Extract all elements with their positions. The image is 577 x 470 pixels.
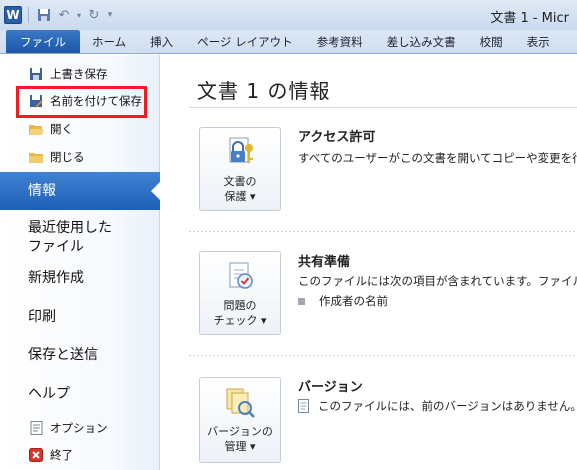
permissions-description: すべてのユーザーがこの文書を開いてコピーや変更を行 <box>298 151 577 165</box>
open-folder-icon <box>28 121 44 137</box>
command-options[interactable]: オプション <box>28 417 108 439</box>
command-exit[interactable]: 終了 <box>28 444 73 466</box>
checklist-icon <box>229 262 253 289</box>
command-label: 開く <box>50 122 73 136</box>
undo-icon[interactable]: ↶ <box>55 6 73 24</box>
highlight-box <box>16 86 147 118</box>
window-title: 文書 1 - Micr <box>490 11 569 26</box>
prepare-sharing-description: このファイルには次の項目が含まれています。ファイルの共 <box>298 274 577 288</box>
redo-icon[interactable]: ↻ <box>85 6 103 24</box>
button-label: バージョンの 管理 ▾ <box>207 425 273 453</box>
nav-info[interactable]: 情報 <box>28 182 56 201</box>
permissions-heading: アクセス許可 <box>298 130 376 145</box>
button-label: 問題の チェック ▾ <box>213 299 267 327</box>
nav-recent[interactable]: 最近使用した ファイル <box>28 219 112 257</box>
title-bar: W ↶ ▾ ↻ ▾ 文書 1 - Micr <box>0 0 577 30</box>
bullet-square-icon <box>298 297 305 305</box>
check-for-issues-button[interactable]: 問題の チェック ▾ <box>199 251 281 335</box>
tab-home[interactable]: ホーム <box>80 31 138 53</box>
nav-print[interactable]: 印刷 <box>28 308 56 327</box>
nav-new[interactable]: 新規作成 <box>28 269 84 288</box>
page-title: 文書 1 の情報 <box>197 79 331 103</box>
word-app-icon[interactable]: W <box>4 6 22 24</box>
command-label: 上書き保存 <box>50 67 108 81</box>
command-label: 終了 <box>50 448 73 462</box>
command-open[interactable]: 開く <box>28 118 73 140</box>
document-icon <box>298 399 309 413</box>
lock-key-icon <box>229 137 253 163</box>
tab-insert[interactable]: 挿入 <box>138 31 185 53</box>
close-folder-icon <box>28 149 44 165</box>
exit-icon <box>28 447 44 463</box>
save-icon <box>28 66 44 82</box>
tab-mailings[interactable]: 差し込み文書 <box>375 31 468 53</box>
section-divider <box>189 231 577 232</box>
tab-references[interactable]: 参考資料 <box>305 31 375 53</box>
button-label: 文書の 保護 ▾ <box>223 175 257 203</box>
title-divider <box>189 107 577 108</box>
info-panel: 文書 1 の情報 文書の 保護 ▾ アクセス許可 すべてのユーザーがこの文書を開… <box>161 55 577 470</box>
tab-page-layout[interactable]: ページ レイアウト <box>185 31 304 53</box>
versions-status: このファイルには、前のバージョンはありません。 <box>298 398 577 414</box>
section-divider <box>189 355 577 356</box>
command-label: オプション <box>50 421 108 435</box>
command-save[interactable]: 上書き保存 <box>28 63 108 85</box>
options-icon <box>28 420 44 436</box>
tab-review[interactable]: 校閲 <box>468 31 515 53</box>
command-label: 閉じる <box>50 150 85 164</box>
ribbon-tab-row: ファイル ホーム 挿入 ページ レイアウト 参考資料 差し込み文書 校閲 表示 <box>0 30 577 54</box>
nav-help[interactable]: ヘルプ <box>28 385 70 404</box>
save-icon[interactable] <box>35 6 53 24</box>
undo-dropdown-icon[interactable]: ▾ <box>75 6 83 24</box>
command-close[interactable]: 閉じる <box>28 146 85 168</box>
tab-view[interactable]: 表示 <box>515 31 562 53</box>
list-item: 作成者の名前 <box>298 293 388 309</box>
tab-file[interactable]: ファイル <box>6 30 80 53</box>
versions-icon <box>226 388 255 418</box>
selection-arrow <box>151 181 161 201</box>
nav-selection-highlight <box>0 172 161 210</box>
manage-versions-button[interactable]: バージョンの 管理 ▾ <box>199 377 281 463</box>
prepare-sharing-heading: 共有準備 <box>298 255 351 270</box>
nav-save-send[interactable]: 保存と送信 <box>28 346 98 365</box>
quick-access-toolbar: W ↶ ▾ ↻ ▾ <box>0 6 115 24</box>
versions-heading: バージョン <box>298 380 363 395</box>
toolbar-separator <box>28 7 29 23</box>
customize-toolbar-icon[interactable]: ▾ <box>105 6 115 24</box>
protect-document-button[interactable]: 文書の 保護 ▾ <box>199 127 281 211</box>
